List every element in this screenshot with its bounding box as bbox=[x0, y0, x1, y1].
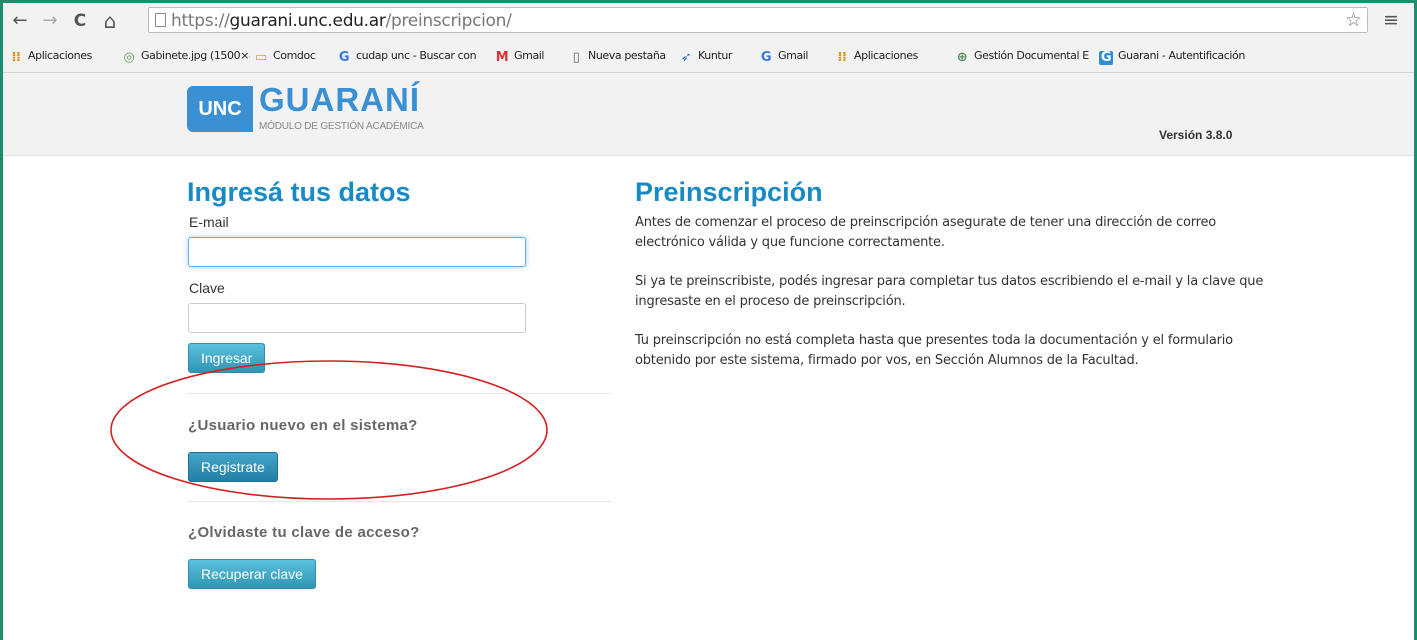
menu-icon[interactable]: ≡ bbox=[1383, 9, 1399, 31]
bookmark-item[interactable]: G Gmail bbox=[759, 47, 825, 65]
bird-icon: ➶ bbox=[680, 50, 692, 65]
back-icon[interactable]: ← bbox=[9, 10, 31, 32]
page-content: UNC GUARANÍ MÓDULO DE GESTIÓN ACADÉMICA … bbox=[3, 73, 1414, 640]
bookmark-item[interactable]: ▯ Nueva pestaña bbox=[569, 47, 669, 65]
bookmark-item[interactable]: G Guarani - Autentificación bbox=[1099, 47, 1255, 65]
url-scheme: https:// bbox=[171, 11, 230, 31]
reload-icon[interactable]: C bbox=[69, 10, 91, 32]
bookmark-star-icon[interactable]: ☆ bbox=[1345, 9, 1362, 31]
url-path: /preinscripcion/ bbox=[385, 11, 512, 31]
apps-grid-icon: ⁞⁞ bbox=[11, 50, 21, 65]
divider bbox=[188, 501, 611, 502]
address-url: https://guarani.unc.edu.ar/preinscripcio… bbox=[171, 11, 512, 31]
new-user-question: ¿Usuario nuevo en el sistema? bbox=[188, 417, 418, 434]
info-paragraph: Tu preinscripción no está completa hasta… bbox=[635, 333, 1233, 368]
guarani-logo-title: GUARANÍ bbox=[259, 81, 420, 118]
google-icon: G bbox=[760, 50, 772, 65]
bookmark-item[interactable]: Gcudap unc - Buscar con bbox=[337, 47, 483, 65]
page-icon: ▯ bbox=[572, 50, 580, 65]
gmail-icon: M bbox=[495, 50, 509, 65]
seal-icon: ⊕ bbox=[956, 50, 968, 65]
info-title: Preinscripción bbox=[635, 177, 823, 207]
guarani-icon: G bbox=[1099, 50, 1113, 65]
address-bar[interactable]: https://guarani.unc.edu.ar/preinscripcio… bbox=[148, 7, 1368, 33]
forward-icon[interactable]: → bbox=[39, 10, 61, 32]
apps-grid-icon: ⁞⁞ bbox=[837, 50, 847, 65]
image-icon: ◎ bbox=[123, 50, 135, 65]
bookmarks-bar: ⁞⁞Aplicaciones ◎Gabinete.jpg (1500×81 ▭C… bbox=[3, 39, 1414, 73]
register-button[interactable]: Registrate bbox=[188, 452, 278, 482]
info-paragraph: Antes de comenzar el proceso de preinscr… bbox=[635, 215, 1217, 250]
bookmark-item[interactable]: ⁞⁞ Aplicaciones bbox=[835, 47, 943, 65]
page-icon bbox=[155, 13, 166, 27]
browser-toolbar: ← → C ⌂ https://guarani.unc.edu.ar/prein… bbox=[3, 3, 1414, 39]
recover-password-button[interactable]: Recuperar clave bbox=[188, 559, 316, 589]
folder-icon: ▭ bbox=[255, 50, 267, 65]
password-label: Clave bbox=[189, 280, 225, 296]
site-header: UNC GUARANÍ MÓDULO DE GESTIÓN ACADÉMICA … bbox=[3, 73, 1414, 156]
version-label: Versión 3.8.0 bbox=[1159, 128, 1233, 142]
bookmark-item[interactable]: ◎Gabinete.jpg (1500×81 bbox=[122, 47, 250, 65]
browser-window: ← → C ⌂ https://guarani.unc.edu.ar/prein… bbox=[0, 0, 1417, 640]
google-icon: G bbox=[338, 50, 350, 65]
login-title: Ingresá tus datos bbox=[187, 177, 411, 207]
bookmark-item[interactable]: ⁞⁞ Aplicaciones bbox=[9, 47, 117, 65]
url-host: guarani.unc.edu.ar bbox=[229, 11, 386, 31]
email-label: E-mail bbox=[189, 214, 229, 230]
bookmark-item[interactable]: M Gmail bbox=[495, 47, 559, 65]
email-field[interactable] bbox=[188, 237, 526, 267]
bookmark-item[interactable]: ⊕Gestión Documental Elec bbox=[955, 47, 1089, 65]
home-icon[interactable]: ⌂ bbox=[99, 10, 121, 32]
divider bbox=[188, 393, 611, 394]
bookmark-item[interactable]: ▭ Comdoc bbox=[254, 47, 326, 65]
info-paragraph: Si ya te preinscribiste, podés ingresar … bbox=[635, 274, 1264, 309]
unc-logo: UNC bbox=[187, 86, 253, 132]
password-field[interactable] bbox=[188, 303, 526, 333]
guarani-logo-subtitle: MÓDULO DE GESTIÓN ACADÉMICA bbox=[259, 121, 424, 132]
login-button[interactable]: Ingresar bbox=[188, 343, 266, 373]
forgot-password-question: ¿Olvidaste tu clave de acceso? bbox=[188, 524, 420, 541]
bookmark-item[interactable]: ➶ Kuntur bbox=[679, 47, 749, 65]
